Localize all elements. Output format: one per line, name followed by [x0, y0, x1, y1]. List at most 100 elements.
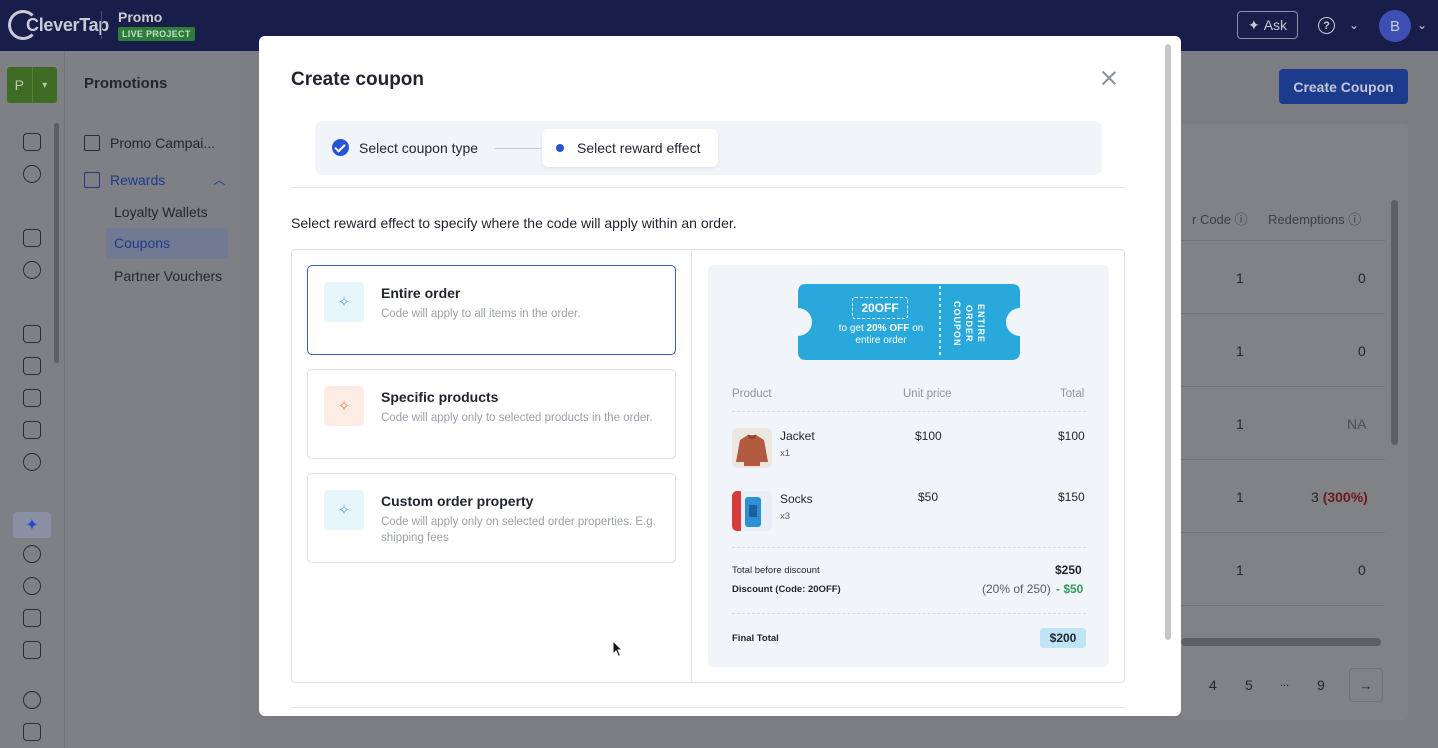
- bookmark-icon[interactable]: [23, 609, 41, 627]
- modal-scrollbar[interactable]: [1165, 44, 1171, 640]
- unit-price: $50: [918, 490, 939, 504]
- option-custom-order-property[interactable]: ✧ Custom order property Code will apply …: [307, 473, 676, 563]
- cell-code: 1: [1236, 270, 1244, 286]
- nav-sub-loyalty-wallets[interactable]: Loyalty Wallets: [114, 204, 208, 220]
- journeys-icon[interactable]: [23, 357, 41, 375]
- page-5[interactable]: 5: [1245, 677, 1253, 693]
- total-before-value: $250: [1055, 563, 1082, 577]
- mouse-cursor-icon: [612, 640, 624, 658]
- org-icon[interactable]: [23, 723, 41, 741]
- clevertap-logo[interactable]: CleverTap: [8, 10, 109, 40]
- discount-label: Discount (Code: 20OFF): [732, 584, 841, 595]
- sparkle-icon: ✧: [324, 490, 364, 530]
- option-title: Specific products: [381, 389, 499, 405]
- cell-redemptions: 0: [1358, 562, 1366, 578]
- step-connector: [495, 148, 541, 149]
- divider: [291, 187, 1125, 188]
- reward-effect-panel: ✧ Entire order Code will apply to all it…: [291, 249, 1125, 683]
- dashboard-icon[interactable]: [23, 133, 41, 151]
- alert-icon[interactable]: [23, 641, 41, 659]
- product-name: Jacket: [780, 429, 815, 443]
- ask-button[interactable]: ✦ Ask: [1237, 11, 1298, 39]
- discount-note: (20% of 250): [982, 582, 1051, 596]
- line-total: $150: [1058, 490, 1085, 504]
- settings-icon[interactable]: [23, 545, 41, 563]
- nav-item-rewards[interactable]: Rewards ︿: [84, 171, 225, 188]
- header-product: Product: [732, 388, 772, 400]
- option-specific-products[interactable]: ✧ Specific products Code will apply only…: [307, 369, 676, 459]
- debug-icon[interactable]: [23, 577, 41, 595]
- stepper: Select coupon type Select reward effect: [315, 121, 1102, 175]
- socks-image: [732, 491, 772, 531]
- product-qty: x3: [780, 511, 791, 522]
- bell-icon[interactable]: [23, 691, 41, 709]
- table-vertical-scrollbar[interactable]: [1391, 200, 1398, 445]
- unit-price: $100: [915, 429, 942, 443]
- help-icon[interactable]: ?: [1318, 17, 1335, 34]
- option-description: Code will apply to all items in the orde…: [381, 308, 581, 320]
- target-icon[interactable]: [23, 165, 41, 183]
- cell-code: 1: [1236, 416, 1244, 432]
- close-icon[interactable]: [1100, 69, 1118, 87]
- project-switcher[interactable]: P ▾: [7, 67, 57, 103]
- live-project-badge: LIVE PROJECT: [118, 27, 195, 41]
- chevron-down-icon[interactable]: ⌄: [1349, 18, 1359, 32]
- next-page-arrow-icon[interactable]: →: [1349, 668, 1383, 702]
- promotions-sparkle-icon[interactable]: ✦: [13, 512, 51, 538]
- create-coupon-button[interactable]: Create Coupon: [1279, 69, 1408, 104]
- coupon-side-label: ENTIRE ORDER COUPON: [952, 301, 986, 347]
- sparkle-icon: ✧: [324, 282, 364, 322]
- table-horizontal-scrollbar[interactable]: [1181, 638, 1381, 646]
- chevron-down-icon: ▾: [31, 67, 58, 103]
- product-name: Socks: [780, 492, 813, 506]
- column-header-redemptions[interactable]: Redemptions ⓘ: [1268, 209, 1361, 228]
- users-icon[interactable]: [23, 261, 41, 279]
- option-title: Entire order: [381, 285, 461, 301]
- step-select-reward-effect[interactable]: Select reward effect: [542, 129, 718, 167]
- nav-sub-coupons[interactable]: Coupons: [106, 228, 228, 259]
- page-9[interactable]: 9: [1317, 677, 1325, 693]
- cell-redemptions: 0: [1358, 343, 1366, 359]
- option-entire-order[interactable]: ✧ Entire order Code will apply to all it…: [307, 265, 676, 355]
- catalog-icon[interactable]: [23, 421, 41, 439]
- sub-navigation: Promotions Promo Campai... Rewards ︿ Loy…: [65, 51, 240, 748]
- analytics-icon[interactable]: [23, 229, 41, 247]
- product-qty: x1: [780, 448, 791, 459]
- coupon-description: to get 20% OFF on entire order: [838, 323, 924, 346]
- active-step-dot-icon: [556, 144, 564, 152]
- divider: [291, 707, 1125, 708]
- option-title: Custom order property: [381, 493, 534, 509]
- page-ellipsis: ...: [1280, 677, 1290, 689]
- rail-scrollbar[interactable]: [54, 123, 59, 363]
- modal-title: Create coupon: [291, 69, 425, 90]
- chevron-down-icon[interactable]: ⌄: [1417, 18, 1427, 32]
- sparkle-icon: ✧: [324, 386, 364, 426]
- option-description: Code will apply only to selected product…: [381, 412, 653, 424]
- jacket-image: [732, 428, 772, 468]
- column-header-code[interactable]: r Code ⓘ: [1192, 209, 1248, 228]
- avatar[interactable]: B: [1379, 10, 1411, 42]
- final-total-label: Final Total: [732, 633, 779, 644]
- create-coupon-modal: Create coupon Select coupon type Select …: [259, 36, 1181, 716]
- nav-sub-partner-vouchers[interactable]: Partner Vouchers: [114, 268, 222, 284]
- order-preview: 20OFF to get 20% OFF on entire order ENT…: [708, 265, 1109, 667]
- discount-value: - $50: [1056, 582, 1084, 596]
- cell-redemptions: NA: [1347, 416, 1367, 432]
- campaigns-icon[interactable]: [23, 389, 41, 407]
- nav-item-promo-campaigns[interactable]: Promo Campai...: [84, 135, 215, 151]
- cell-redemptions: 0: [1358, 270, 1366, 286]
- header-unit-price: Unit price: [903, 388, 952, 400]
- table-icon: [84, 171, 100, 188]
- final-total-value: $200: [1040, 628, 1086, 648]
- option-description: Code will apply only on selected order p…: [381, 516, 656, 544]
- messages-icon[interactable]: [23, 325, 41, 343]
- divider: [101, 11, 102, 39]
- cell-code: 1: [1236, 343, 1244, 359]
- header-total: Total: [1060, 388, 1085, 400]
- support-icon[interactable]: [23, 453, 41, 471]
- project-name[interactable]: Promo: [118, 9, 162, 25]
- left-rail: P ▾ ✦: [0, 51, 65, 748]
- step-select-coupon-type[interactable]: Select coupon type: [332, 139, 478, 156]
- page-4[interactable]: 4: [1209, 677, 1217, 693]
- coupon-code-chip: 20OFF: [852, 297, 908, 319]
